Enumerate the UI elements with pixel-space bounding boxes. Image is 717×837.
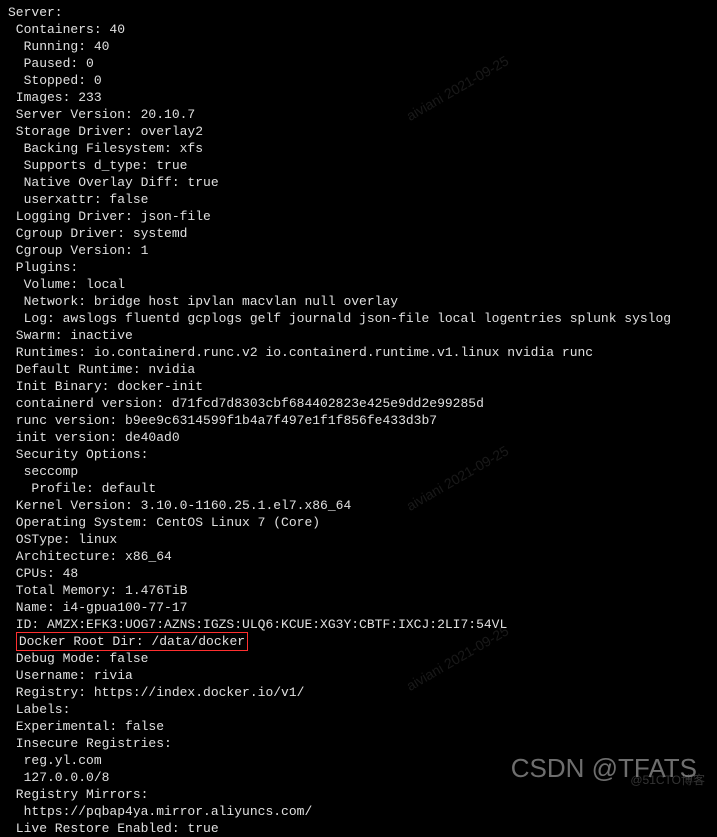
docker-root-highlight: Docker Root Dir: /data/docker (16, 632, 248, 651)
id: ID: AMZX:EFK3:UOG7:AZNS:IGZS:ULQ6:KCUE:X… (8, 616, 709, 633)
plugins: Plugins: (8, 259, 709, 276)
runc-ver: runc version: b9ee9c6314599f1b4a7f497e1f… (8, 412, 709, 429)
kernel: Kernel Version: 3.10.0-1160.25.1.el7.x86… (8, 497, 709, 514)
reg2: 127.0.0.0/8 (8, 769, 709, 786)
paused: Paused: 0 (8, 55, 709, 72)
log: Log: awslogs fluentd gcplogs gelf journa… (8, 310, 709, 327)
username: Username: rivia (8, 667, 709, 684)
logging-driver: Logging Driver: json-file (8, 208, 709, 225)
containers: Containers: 40 (8, 21, 709, 38)
init-ver: init version: de40ad0 (8, 429, 709, 446)
insecure: Insecure Registries: (8, 735, 709, 752)
sec-opts: Security Options: (8, 446, 709, 463)
server-header: Server: (8, 4, 709, 21)
swarm: Swarm: inactive (8, 327, 709, 344)
ostype: OSType: linux (8, 531, 709, 548)
volume: Volume: local (8, 276, 709, 293)
registry: Registry: https://index.docker.io/v1/ (8, 684, 709, 701)
running: Running: 40 (8, 38, 709, 55)
profile: Profile: default (8, 480, 709, 497)
userxattr: userxattr: false (8, 191, 709, 208)
init-binary: Init Binary: docker-init (8, 378, 709, 395)
cgroup-version: Cgroup Version: 1 (8, 242, 709, 259)
mirror1: https://pqbap4ya.mirror.aliyuncs.com/ (8, 803, 709, 820)
memory: Total Memory: 1.476TiB (8, 582, 709, 599)
name: Name: i4-gpua100-77-17 (8, 599, 709, 616)
default-runtime: Default Runtime: nvidia (8, 361, 709, 378)
experimental: Experimental: false (8, 718, 709, 735)
images: Images: 233 (8, 89, 709, 106)
stopped: Stopped: 0 (8, 72, 709, 89)
native-overlay: Native Overlay Diff: true (8, 174, 709, 191)
labels: Labels: (8, 701, 709, 718)
debug: Debug Mode: false (8, 650, 709, 667)
storage-driver: Storage Driver: overlay2 (8, 123, 709, 140)
cpus: CPUs: 48 (8, 565, 709, 582)
runtimes: Runtimes: io.containerd.runc.v2 io.conta… (8, 344, 709, 361)
supports-dtype: Supports d_type: true (8, 157, 709, 174)
backing-fs: Backing Filesystem: xfs (8, 140, 709, 157)
cgroup-driver: Cgroup Driver: systemd (8, 225, 709, 242)
live-restore: Live Restore Enabled: true (8, 820, 709, 837)
network: Network: bridge host ipvlan macvlan null… (8, 293, 709, 310)
docker-root-line: Docker Root Dir: /data/docker (8, 633, 709, 650)
seccomp: seccomp (8, 463, 709, 480)
server-version: Server Version: 20.10.7 (8, 106, 709, 123)
reg1: reg.yl.com (8, 752, 709, 769)
os: Operating System: CentOS Linux 7 (Core) (8, 514, 709, 531)
arch: Architecture: x86_64 (8, 548, 709, 565)
containerd-ver: containerd version: d71fcd7d8303cbf68440… (8, 395, 709, 412)
